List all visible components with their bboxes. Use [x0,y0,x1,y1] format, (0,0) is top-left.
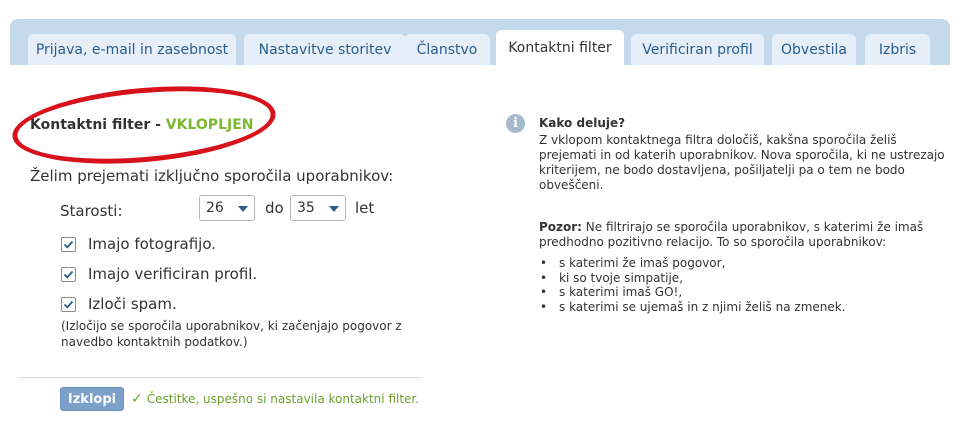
option-has-photo: Imajo fotografijo. [61,235,216,253]
tab-login-email-privacy[interactable]: Prijava, e-mail in zasebnost [28,34,236,65]
age-label: Starosti: [60,202,123,220]
age-separator: do [265,199,284,217]
exclude-spam-label: Izloči spam. [88,295,177,313]
list-item: ki so tvoje simpatije, [539,271,846,286]
chevron-down-icon [238,206,248,212]
tab-verified-profile[interactable]: Verificiran profil [631,34,764,65]
checkmark-icon [63,300,74,309]
list-item: s katerimi imaš GO!, [539,285,846,300]
warning-label: Pozor: [539,220,582,234]
warning-text: Pozor: Ne filtrirajo se sporočila uporab… [539,220,949,250]
option-verified-profile: Imajo verificiran profil. [61,265,257,283]
option-exclude-spam: Izloči spam. [61,295,177,313]
exception-list: s katerimi že imaš pogovor, ki so tvoje … [539,256,846,314]
filter-title: Kontaktni filter - VKLOPLJEN [30,117,253,133]
filter-intro: Želim prejemati izključno sporočila upor… [30,167,394,185]
verified-profile-checkbox[interactable] [61,266,76,282]
divider [18,377,422,378]
info-icon: i [506,114,525,133]
age-from-value: 26 [206,200,224,216]
has-photo-label: Imajo fotografijo. [88,235,217,253]
success-text: Čestitke, uspešno si nastavila kontaktni… [146,392,420,406]
info-text: Z vklopom kontaktnega filtra določiš, ka… [539,133,945,192]
age-unit: let [355,199,375,217]
age-to-value: 35 [297,200,315,216]
age-from-select[interactable]: 26 [199,195,255,221]
checkmark-icon [63,270,74,279]
tab-membership[interactable]: Članstvo [404,34,490,65]
exclude-spam-checkbox[interactable] [61,296,76,312]
chevron-down-icon [329,206,339,212]
tab-delete[interactable]: Izbris [865,34,930,65]
filter-title-label: Kontaktni filter - [30,117,166,133]
tab-bar: Prijava, e-mail in zasebnost Nastavitve … [10,19,950,65]
info-heading: Kako deluje? [539,116,626,130]
check-icon: ✓ [131,391,143,407]
filter-status: VKLOPLJEN [165,117,254,133]
disable-filter-button[interactable]: Izklopi [60,387,124,411]
verified-profile-label: Imajo verificiran profil. [88,265,258,283]
success-message: ✓ Čestitke, uspešno si nastavila kontaktn… [131,391,419,407]
tab-notifications[interactable]: Obvestila [772,34,856,65]
tab-contact-filter[interactable]: Kontaktni filter [496,30,624,65]
tab-service-settings[interactable]: Nastavitve storitev [244,34,406,65]
age-to-select[interactable]: 35 [290,195,346,221]
warning-body: Ne filtrirajo se sporočila uporabnikov, … [539,220,924,249]
checkmark-icon [63,240,74,249]
list-item: s katerimi se ujemaš in z njimi želiš na… [539,300,846,315]
has-photo-checkbox[interactable] [61,236,76,252]
list-item: s katerimi že imaš pogovor, [539,256,846,271]
spam-note: (Izločijo se sporočila uporabnikov, ki z… [61,319,402,349]
